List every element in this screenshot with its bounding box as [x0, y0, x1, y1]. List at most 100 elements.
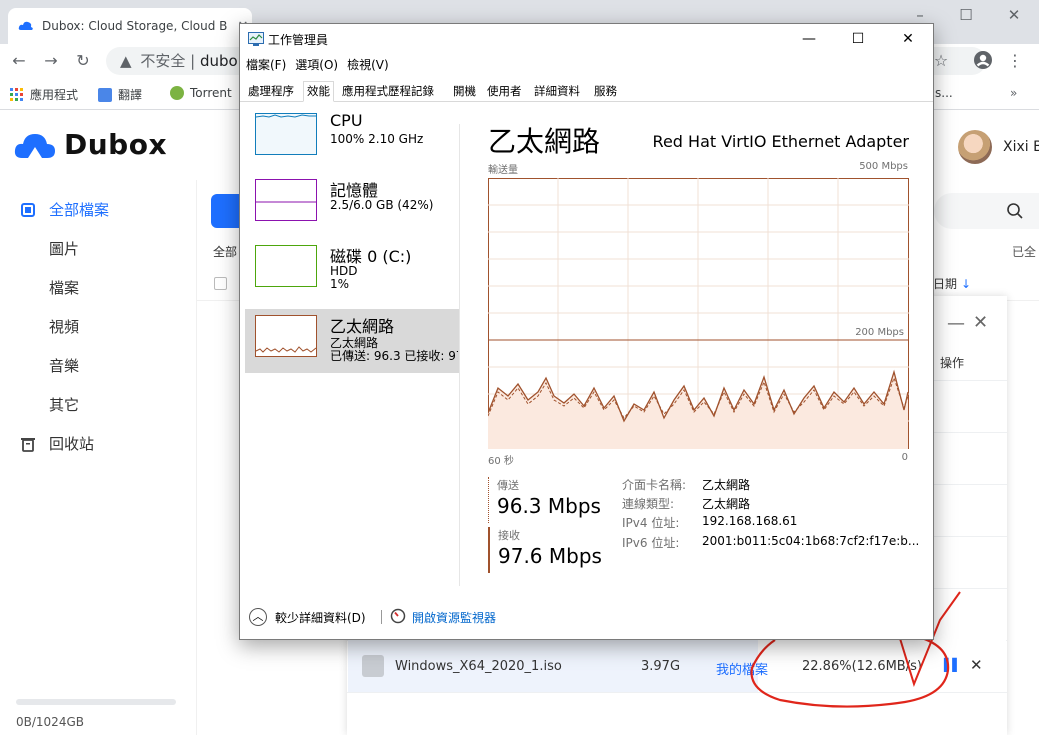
cancel-transfer-icon[interactable]: ✕	[970, 656, 983, 674]
sidebar-item-label: 回收站	[49, 435, 95, 453]
bookmark-label: 翻譯	[118, 88, 143, 102]
sort-down-icon: ↓	[961, 277, 972, 291]
sidebar-item-videos[interactable]: 視頻	[0, 307, 196, 346]
reload-icon[interactable]: ↻	[72, 50, 94, 72]
search-icon[interactable]	[1006, 202, 1024, 220]
username[interactable]: Xixi B	[1003, 139, 1039, 155]
menu-view[interactable]: 檢視(V)	[347, 56, 389, 73]
resource-monitor-icon	[390, 608, 406, 624]
sidebar-item-other[interactable]: 其它	[0, 385, 196, 424]
send-stat: 傳送 96.3 Mbps	[488, 477, 601, 523]
perf-resource-list: CPU 100% 2.10 GHz 記憶體 2.5/6.0 GB (42%) 磁…	[241, 103, 461, 598]
upload-button[interactable]	[211, 194, 241, 228]
adapter-name: Red Hat VirtIO Ethernet Adapter	[652, 132, 909, 151]
browser-tab-title: Dubox: Cloud Storage, Cloud B	[42, 19, 228, 33]
transfer-close-icon[interactable]: ✕	[973, 312, 988, 333]
info-key: IPv4 位址:	[622, 516, 680, 530]
bookmark-label: 應用程式	[30, 88, 79, 102]
sidebar-item-recycle-bin[interactable]: 回收站	[0, 424, 196, 463]
sidebar-item-label: 圖片	[49, 240, 80, 258]
task-manager-title: 工作管理員	[268, 33, 329, 47]
cpu-mini-graph	[255, 113, 317, 155]
info-key: 連線類型:	[622, 497, 675, 511]
dubox-sidebar: 全部檔案 圖片 檔案 視頻 音樂 其它 回收站	[0, 190, 196, 463]
back-icon[interactable]: ←	[8, 50, 30, 72]
storage-bar	[16, 699, 176, 705]
perf-item-cpu[interactable]: CPU 100% 2.10 GHz	[245, 107, 459, 171]
graph-mid-label: 200 Mbps	[855, 327, 904, 338]
transfer-minimize-icon[interactable]: —	[947, 313, 965, 334]
perf-item-ethernet[interactable]: 乙太網路 乙太網路 已傳送: 96.3 已接收: 97	[245, 309, 459, 373]
dubox-logo[interactable]: Dubox	[14, 128, 167, 161]
files-icon	[21, 202, 35, 217]
storage-text: 0B/1024GB	[16, 715, 84, 729]
pane-divider	[459, 124, 460, 586]
screen: Dubox: Cloud Storage, Cloud B ✕ – ☐ ✕ ← …	[0, 0, 1039, 735]
tab-services[interactable]: 服務	[590, 81, 621, 102]
warning-icon: ▲	[120, 52, 132, 70]
perf-item-line1: 100% 2.10 GHz	[330, 132, 424, 146]
tm-close-button[interactable]: ✕	[888, 28, 928, 50]
tm-menubar: 檔案(F) 選項(O) 檢視(V)	[246, 56, 389, 73]
menu-file[interactable]: 檔案(F)	[246, 56, 286, 73]
chevron-up-icon[interactable]: ︿	[249, 608, 267, 626]
browser-menu-icon[interactable]: ⋮	[1004, 50, 1026, 72]
receive-label: 接收	[498, 529, 520, 542]
tab-app-history[interactable]: 應用程式歷程記錄	[338, 81, 438, 102]
select-all-checkbox[interactable]	[214, 277, 227, 290]
transfer-file-name: Windows_X64_2020_1.iso	[395, 659, 562, 674]
ethernet-title: 乙太網路	[488, 125, 601, 158]
receive-value: 97.6 Mbps	[498, 544, 602, 568]
sidebar-item-images[interactable]: 圖片	[0, 229, 196, 268]
bookmarks-more-icon[interactable]: »	[1010, 86, 1017, 100]
profile-icon[interactable]	[972, 50, 994, 72]
forward-icon[interactable]: →	[40, 50, 62, 72]
browser-close-button[interactable]: ✕	[991, 0, 1037, 30]
logo-text: Dubox	[64, 128, 168, 161]
sidebar-item-label: 視頻	[49, 318, 80, 336]
info-value: 2001:b011:5c04:1b68:7cf2:f17e:b...	[702, 534, 920, 548]
transfer-progress-text: 22.86%(12.6MB/s)	[802, 659, 922, 674]
perf-item-name: CPU	[330, 111, 363, 130]
tab-details[interactable]: 詳細資料	[530, 81, 584, 102]
perf-item-line2: 1%	[330, 277, 350, 291]
sidebar-item-music[interactable]: 音樂	[0, 346, 196, 385]
receive-stat: 接收 97.6 Mbps	[488, 527, 602, 573]
date-sort-header[interactable]: 日期 ↓	[933, 275, 971, 292]
avatar[interactable]	[958, 130, 992, 164]
bookmark-translate[interactable]: 翻譯	[98, 86, 142, 103]
sidebar-item-documents[interactable]: 檔案	[0, 268, 196, 307]
date-sort-label: 日期	[933, 277, 958, 291]
tab-performance[interactable]: 效能	[303, 81, 334, 102]
bookmark-torrent[interactable]: Torrent	[170, 86, 232, 100]
menu-options[interactable]: 選項(O)	[295, 56, 338, 73]
bookmark-overflow-item[interactable]: s...	[935, 86, 953, 100]
perf-item-line1: HDD	[330, 264, 358, 278]
tab-users[interactable]: 使用者	[483, 81, 526, 102]
tm-maximize-button[interactable]: ☐	[838, 28, 878, 50]
bookmark-apps[interactable]: 應用程式	[10, 86, 78, 103]
memory-mini-graph	[255, 179, 317, 221]
dubox-favicon-icon	[18, 21, 33, 30]
task-manager-titlebar[interactable]: 工作管理員 — ☐ ✕	[240, 24, 933, 54]
tab-startup[interactable]: 開機	[449, 81, 480, 102]
info-value: 乙太網路	[702, 497, 751, 511]
fewer-details-link[interactable]: 較少詳細資料(D)	[275, 609, 366, 626]
pause-icon[interactable]: ▌▌	[944, 658, 961, 672]
open-resource-monitor-link[interactable]: 開啟資源監視器	[412, 609, 496, 626]
perf-item-disk[interactable]: 磁碟 0 (C:) HDD 1%	[245, 239, 459, 303]
tab-processes[interactable]: 處理程序	[244, 81, 298, 102]
main-divider	[196, 180, 197, 735]
info-key: 介面卡名稱:	[622, 478, 687, 492]
transfer-file-size: 3.97G	[641, 659, 681, 674]
operation-header: 操作	[940, 356, 965, 370]
transfer-destination-link[interactable]: 我的檔案	[716, 659, 768, 678]
ethernet-mini-graph	[255, 315, 317, 357]
tm-minimize-button[interactable]: —	[789, 28, 829, 50]
browser-tab[interactable]: Dubox: Cloud Storage, Cloud B ✕	[8, 8, 252, 44]
sidebar-item-all-files[interactable]: 全部檔案	[0, 190, 196, 229]
trash-icon	[21, 437, 35, 452]
browser-maximize-button[interactable]: ☐	[943, 0, 989, 30]
perf-item-line2: 已傳送: 96.3 已接收: 97	[330, 349, 458, 363]
perf-item-memory[interactable]: 記憶體 2.5/6.0 GB (42%)	[245, 173, 459, 237]
